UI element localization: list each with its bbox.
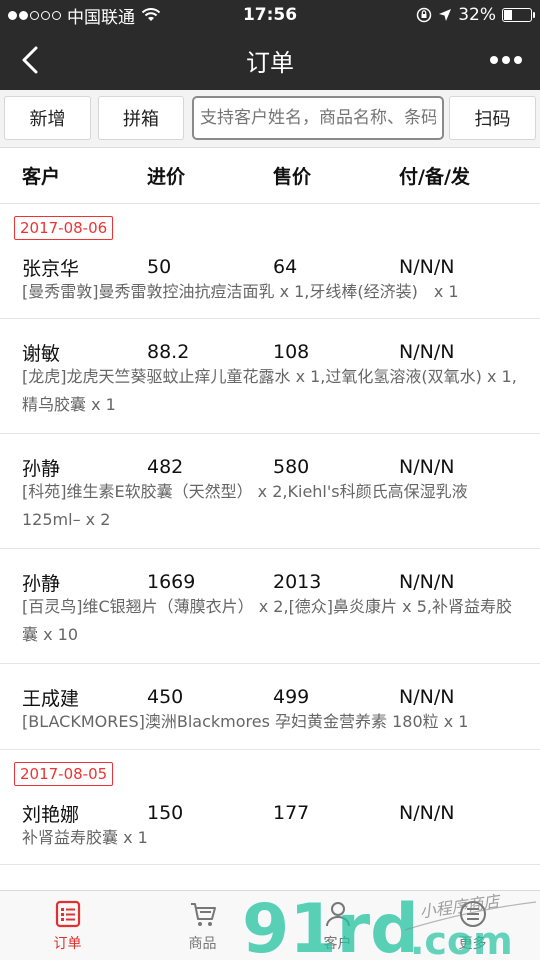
location-arrow-icon <box>439 9 452 21</box>
user-icon <box>325 902 350 927</box>
header-price: 售价 <box>273 166 312 188</box>
tab-products[interactable]: 商品 <box>135 891 270 960</box>
more-menu-icon <box>459 901 486 927</box>
tab-label: 客户 <box>323 936 352 952</box>
orientation-lock-icon <box>416 7 432 23</box>
scan-button[interactable]: 扫码 <box>449 96 536 140</box>
header-cost: 进价 <box>147 166 186 188</box>
order-items: 补肾益寿胶囊 x 1 <box>22 828 148 847</box>
battery-fill <box>504 10 513 20</box>
tab-label: 商品 <box>188 936 217 952</box>
order-row[interactable]: 谢敏 88.2 108 N/N/N [龙虎]龙虎天竺葵驱蚊止痒儿童花露水 x 1… <box>0 319 540 434</box>
nav-bar: 订单 <box>0 30 540 90</box>
date-badge: 2017-08-06 <box>14 216 114 240</box>
status-right: 32% <box>416 0 535 30</box>
order-price: 99 <box>273 881 297 890</box>
add-order-button[interactable]: 新增 <box>4 96 91 140</box>
order-items: [龙虎]龙虎天竺葵驱蚊止痒儿童花露水 x 1,过氧化氢溶液(双氧水) x 1,精… <box>22 367 517 414</box>
order-row[interactable]: 孙静 1669 2013 N/N/N [百灵鸟]维C银翘片（薄膜衣片） x 2,… <box>0 549 540 664</box>
order-row[interactable]: 刘艳娜 150 177 N/N/N 补肾益寿胶囊 x 1 <box>0 794 540 865</box>
tab-label: 更多 <box>458 936 487 952</box>
more-options-button[interactable] <box>486 44 526 76</box>
order-row[interactable]: 孙静 482 580 N/N/N [科苑]维生素E软胶囊（天然型） x 2,Ki… <box>0 434 540 549</box>
tab-orders[interactable]: 订单 <box>0 891 135 960</box>
date-badge: 2017-08-05 <box>14 762 114 786</box>
order-row[interactable]: 王成建 450 499 N/N/N [BLACKMORES]澳洲Blackmor… <box>0 664 540 750</box>
cart-icon <box>190 903 216 926</box>
status-bar: 中国联通 17:56 32% <box>0 0 540 30</box>
order-cost: 87 <box>147 881 171 890</box>
tab-customers[interactable]: 客户 <box>270 891 405 960</box>
table-header: 客户 进价 售价 付/备/发 <box>0 148 540 204</box>
order-list-icon <box>55 900 80 928</box>
header-flags: 付/备/发 <box>399 166 470 188</box>
order-items: [BLACKMORES]澳洲Blackmores 孕妇黄金营养素 180粒 x … <box>22 712 469 731</box>
more-dots-icon <box>490 56 498 64</box>
more-dot <box>502 56 510 64</box>
header-customer: 客户 <box>22 166 61 188</box>
combine-box-button[interactable]: 拼箱 <box>98 96 184 140</box>
order-row[interactable]: 欧阳布 87 99 N/N/N <box>0 865 540 890</box>
battery-percent: 32% <box>458 5 496 25</box>
tab-more[interactable]: 更多 <box>405 891 540 960</box>
order-flags: N/N/N <box>399 881 454 890</box>
order-items: [曼秀雷敦]曼秀雷敦控油抗痘洁面乳 x 1,牙线棒(经济装) x 1 <box>22 282 459 301</box>
tab-label: 订单 <box>53 936 82 952</box>
order-items: [百灵鸟]维C银翘片（薄膜衣片） x 2,[德众]鼻炎康片 x 5,补肾益寿胶囊… <box>22 597 512 644</box>
order-customer: 欧阳布 <box>22 881 79 891</box>
battery-icon <box>502 8 535 22</box>
search-input[interactable] <box>192 96 444 140</box>
order-list[interactable]: 2017-08-06 张京华 50 64 N/N/N [曼秀雷敦]曼秀雷敦控油抗… <box>0 204 540 890</box>
order-row[interactable]: 张京华 50 64 N/N/N [曼秀雷敦]曼秀雷敦控油抗痘洁面乳 x 1,牙线… <box>0 248 540 319</box>
page-title: 订单 <box>246 48 294 77</box>
action-toolbar: 新增 拼箱 扫码 <box>0 90 540 148</box>
tab-bar: 订单 商品 客户 更多 <box>0 890 540 960</box>
order-items: [科苑]维生素E软胶囊（天然型） x 2,Kiehl's科颜氏高保湿乳液125m… <box>22 482 468 529</box>
more-dot <box>514 56 522 64</box>
